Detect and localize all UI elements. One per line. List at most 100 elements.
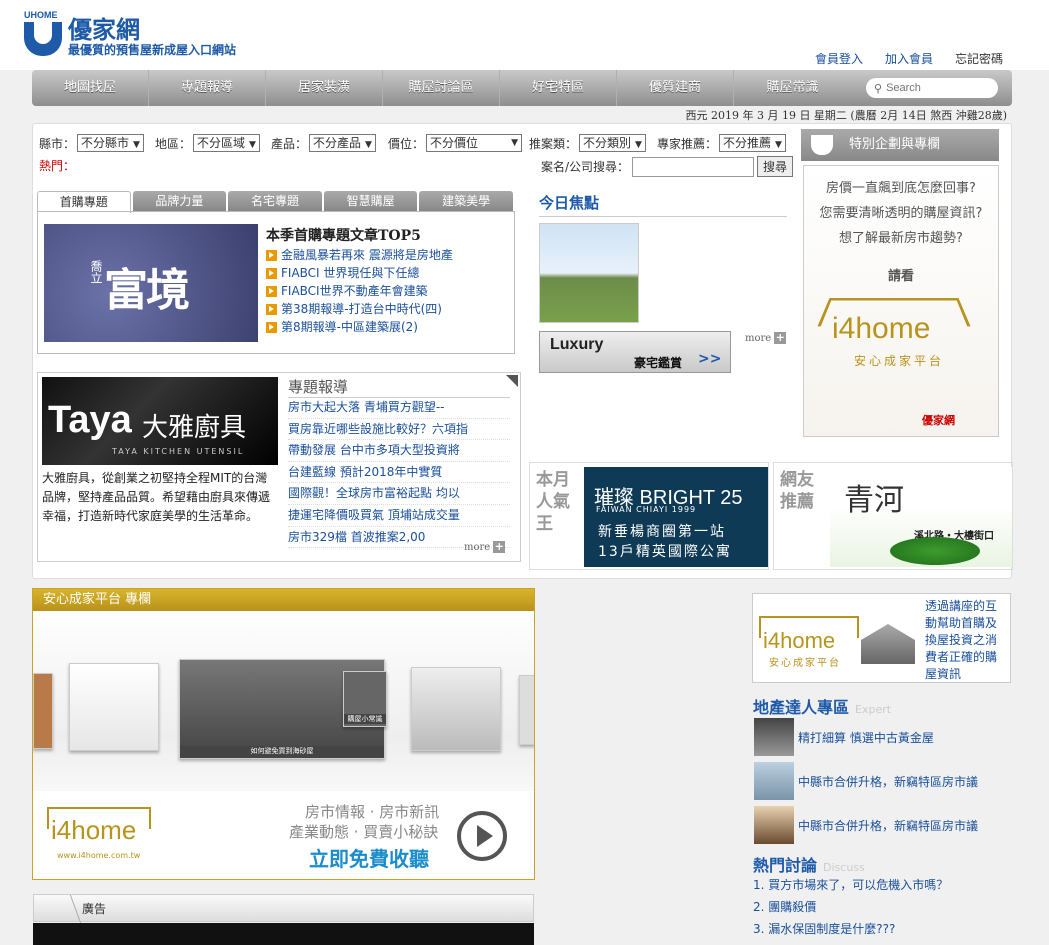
- column-carousel[interactable]: 如何避免買到海砂屋 購屋小常識: [33, 611, 534, 791]
- play-icon[interactable]: [457, 811, 507, 861]
- taya-box: Taya 大雅廚具 TAYA KITCHEN UTENSIL 大雅廚具，從創業之…: [37, 372, 521, 562]
- report-more[interactable]: more +: [464, 540, 506, 553]
- topic-image-small-text: 喬立: [89, 260, 103, 284]
- tab-architecture[interactable]: 建築美學: [419, 191, 513, 211]
- forgot-password-link[interactable]: 忘記密碼: [955, 50, 1003, 67]
- expert-select[interactable]: 不分推薦 ▼: [719, 134, 786, 152]
- chevron-down-icon: ▼: [365, 140, 372, 150]
- login-link[interactable]: 會員登入: [815, 50, 863, 67]
- list-item[interactable]: FIABCI世界不動產年會建築: [266, 282, 453, 300]
- expert-item[interactable]: 精打細算 慎選中古黃金屋: [754, 718, 1014, 756]
- logo-icon[interactable]: [24, 22, 62, 56]
- list-item[interactable]: 第8期報導-中區建築展(2): [266, 318, 453, 336]
- tab-first-buy[interactable]: 首購專題: [37, 191, 131, 213]
- luxury-banner[interactable]: Luxury 豪宅鑑賞 >>: [539, 331, 731, 373]
- focus-more[interactable]: more +: [745, 331, 787, 344]
- county-select[interactable]: 不分縣市 ▼: [77, 134, 144, 152]
- search-input[interactable]: [886, 82, 987, 94]
- list-item[interactable]: 買房靠近哪些設施比較好？六項指: [288, 419, 510, 441]
- tab-luxury[interactable]: 名宅專題: [228, 191, 322, 211]
- nav-item-builders[interactable]: 優質建商: [617, 70, 734, 106]
- carousel-thumb[interactable]: 購屋小常識: [343, 671, 387, 727]
- friend-label: 網友推薦: [780, 470, 814, 512]
- column-text-1: 房市情報 · 房市新訊: [305, 803, 440, 821]
- luxury-en: Luxury: [550, 336, 604, 353]
- filter-expert-label: 專家推薦：: [657, 136, 718, 151]
- topic-image-text: 富境: [104, 265, 190, 316]
- listen-now-link[interactable]: 立即免費收聽: [309, 843, 429, 872]
- i4home-promo[interactable]: i4home 安心成家平台 透過講座的互動幫助首購及換屋投資之消費者正確的購屋資…: [752, 593, 1011, 683]
- list-item[interactable]: 房市大起大落 青埔買方觀望--: [288, 397, 510, 419]
- bright25-banner[interactable]: 璀璨 BRIGHT 25 FAIWAN CHIAYI 1999 新垂楊商圈第一站…: [584, 467, 768, 567]
- taya-banner[interactable]: Taya 大雅廚具 TAYA KITCHEN UTENSIL: [42, 377, 278, 465]
- uhome-logo-icon: [811, 135, 833, 155]
- i4home-promo-text[interactable]: 透過講座的互動幫助首購及換屋投資之消費者正確的購屋資訊: [925, 598, 1007, 683]
- list-item[interactable]: 3. 漏水保固制度是什麼???: [753, 918, 948, 940]
- discuss-title: 熱門討論 Discuss: [753, 856, 865, 875]
- monthly-label: 本月人氣王: [536, 470, 570, 534]
- date-line: 西元 2019 年 3 月 19 日 星期二 (農曆 2月 14日 煞西 沖雞2…: [685, 109, 1007, 122]
- arrow-bullet-icon: [266, 303, 277, 315]
- topic-title: 本季首購專題文章TOP5: [266, 228, 421, 244]
- list-item[interactable]: 捷運宅降價吸買氣 頂埔站成交量: [288, 505, 510, 527]
- carousel-thumb[interactable]: [33, 673, 53, 749]
- nav-item-decor[interactable]: 居家裝潢: [266, 70, 383, 106]
- main-nav: 地圖找屋 專題報導 居家裝潢 購屋討論區 好宅特區 優質建商 購屋常識 ⚲: [32, 70, 1012, 106]
- plus-icon: +: [774, 331, 787, 344]
- price-select[interactable]: 不分價位 ▼: [426, 134, 523, 152]
- category-select[interactable]: 不分類別 ▼: [579, 134, 646, 152]
- luxury-zh: 豪宅鑑賞: [634, 356, 683, 370]
- case-search-button[interactable]: 搜尋: [757, 156, 794, 177]
- area-select[interactable]: 不分區域 ▼: [193, 134, 260, 152]
- special-head[interactable]: 特別企劃與專欄: [801, 129, 999, 161]
- register-link[interactable]: 加入會員: [885, 50, 933, 67]
- chevron-down-icon: ▼: [775, 140, 782, 150]
- nav-item-reports[interactable]: 專題報導: [149, 70, 266, 106]
- nav-item-map[interactable]: 地圖找屋: [32, 70, 149, 106]
- tab-brand[interactable]: 品牌力量: [132, 191, 227, 211]
- case-search-input[interactable]: [632, 156, 755, 177]
- topic-tabs: 首購專題 品牌力量 名宅專題 智慧購屋 建築美學: [37, 191, 515, 213]
- column-text-2: 產業動態 · 買賣小秘訣: [289, 823, 439, 841]
- header: UHOME 優家網 最優質的預售屋新成屋入口網站 會員登入 加入會員 忘記密碼: [0, 0, 1049, 70]
- nav-item-featured[interactable]: 好宅特區: [500, 70, 617, 106]
- list-item[interactable]: 帶動發展 台中市多項大型投資將: [288, 440, 510, 462]
- tab-smart[interactable]: 智慧購屋: [323, 191, 418, 211]
- filter-area: 地區： 不分區域 ▼: [155, 134, 260, 152]
- expert-thumb: [754, 762, 794, 800]
- list-item[interactable]: FIABCI 世界現任與下任總: [266, 264, 453, 282]
- special-questions: 房價一直飆到底怎麼回事? 您需要清晰透明的購屋資訊? 想了解最新房市趨勢?: [819, 181, 983, 246]
- expert-item[interactable]: 中縣市合併升格，新竊特區房市議: [754, 762, 1014, 800]
- search-icon[interactable]: ⚲: [874, 82, 882, 95]
- focus-image[interactable]: [539, 223, 639, 323]
- ad-banner[interactable]: [33, 923, 534, 945]
- list-item[interactable]: 金融風暴若再來 震源將是房地產: [266, 246, 453, 264]
- ad-header: 廣告: [33, 894, 534, 923]
- arrow-bullet-icon: [266, 321, 277, 333]
- green-river-banner[interactable]: 青河 溪北路・大樓街口: [830, 467, 1012, 567]
- report-list: 房市大起大落 青埔買方觀望-- 買房靠近哪些設施比較好？六項指 帶動發展 台中市…: [288, 397, 510, 549]
- special-box[interactable]: 房價一直飆到底怎麼回事? 您需要清晰透明的購屋資訊? 想了解最新房市趨勢? 請看…: [803, 165, 999, 437]
- list-item[interactable]: 1. 買方市場來了，可以危機入市嗎？: [753, 874, 948, 896]
- carousel-thumb[interactable]: [519, 675, 534, 745]
- logo-small-text: UHOME: [24, 10, 58, 20]
- list-item[interactable]: 2. 團購殺價: [753, 896, 948, 918]
- nav-item-forum[interactable]: 購屋討論區: [383, 70, 500, 106]
- hot-label: 熱門：: [39, 159, 76, 173]
- logo-title[interactable]: 優家網: [68, 10, 140, 45]
- list-item[interactable]: 台建藍線 預計2018年中實質: [288, 462, 510, 484]
- expert-thumb: [754, 718, 794, 756]
- i4home-column: 安心成家平台 專欄 如何避免買到海砂屋 購屋小常識 i4home www.i4h…: [32, 588, 535, 880]
- i4home-logo: i4home: [763, 628, 836, 653]
- plus-icon: +: [493, 540, 506, 553]
- list-item[interactable]: 第38期報導-打造台中時代(四): [266, 300, 453, 318]
- topic-image[interactable]: 喬立 富境: [44, 224, 258, 342]
- filter-product-label: 產品：: [271, 136, 308, 151]
- carousel-thumb[interactable]: [411, 667, 501, 751]
- carousel-thumb[interactable]: [69, 663, 159, 751]
- chevron-down-icon: ▼: [635, 140, 642, 150]
- product-select[interactable]: 不分產品 ▼: [309, 134, 376, 152]
- expert-item[interactable]: 中縣市合併升格，新竊特區房市議: [754, 806, 1014, 844]
- list-item[interactable]: 國際觀！全球房市富裕起點 均以: [288, 483, 510, 505]
- nav-item-knowledge[interactable]: 購屋常識: [734, 70, 851, 106]
